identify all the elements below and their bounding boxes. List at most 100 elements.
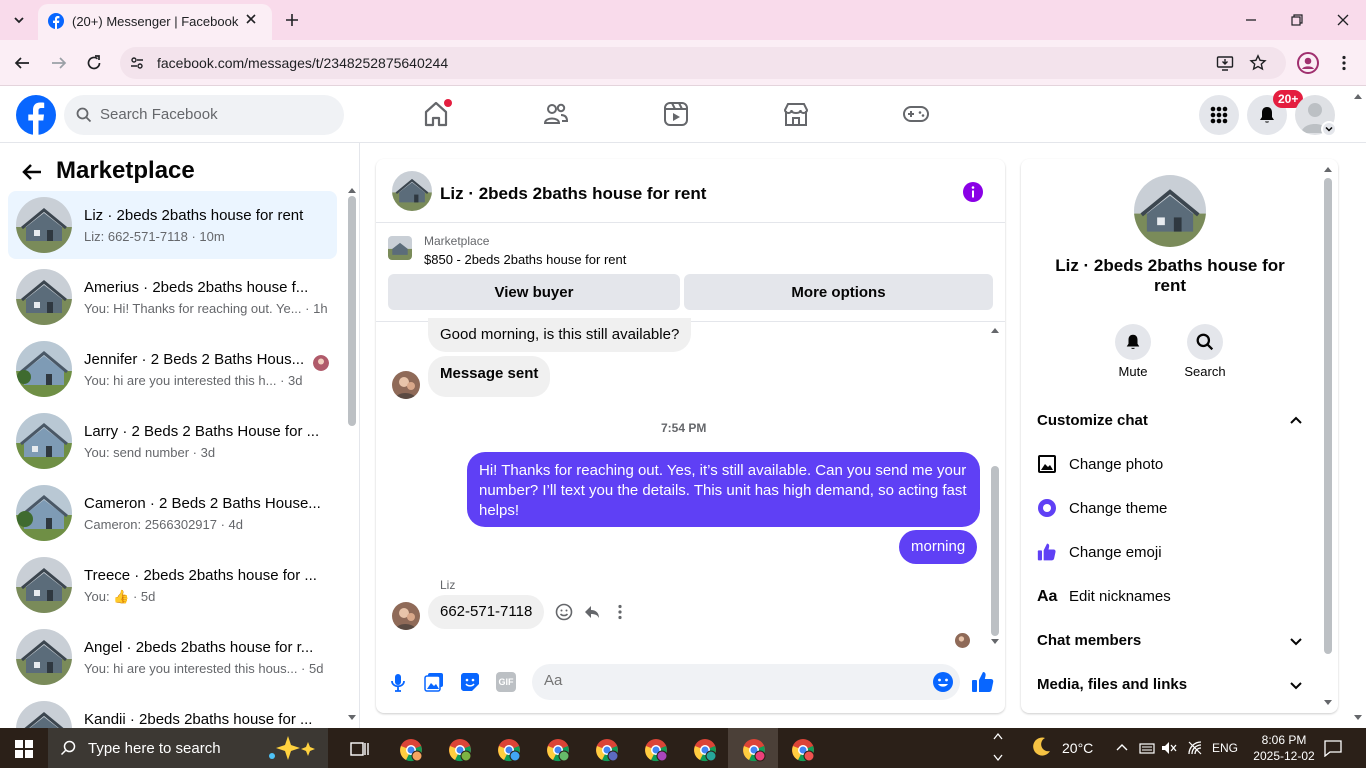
notification-center-icon[interactable] [1324, 739, 1342, 757]
weather-moon-icon[interactable] [1030, 736, 1052, 758]
chrome-window-icon[interactable] [595, 738, 619, 762]
url-text[interactable]: facebook.com/messages/t/2348252875640244 [157, 55, 448, 71]
restore-window-icon[interactable] [1289, 12, 1305, 28]
profile-avatar-icon[interactable] [1297, 52, 1319, 74]
search-conversation-icon[interactable] [1187, 324, 1223, 360]
weather-temp[interactable]: 20°C [1062, 740, 1093, 756]
home-icon[interactable] [422, 99, 452, 130]
microphone-icon[interactable] [388, 672, 408, 692]
message-bubble-incoming[interactable]: 662-571-7118 [428, 595, 545, 629]
scroll-down-arrow-icon[interactable] [347, 714, 357, 722]
message-bubble-incoming[interactable]: Message sent [428, 356, 551, 397]
friends-icon[interactable] [542, 100, 572, 130]
conversation-item[interactable]: Cameron · 2 Beds 2 Baths House... Camero… [8, 479, 337, 547]
attach-photo-icon[interactable] [424, 672, 444, 692]
scroll-down-arrow-icon[interactable] [1323, 699, 1333, 707]
more-actions-icon[interactable] [611, 603, 629, 621]
forward-arrow-icon[interactable] [50, 54, 68, 72]
listing-title[interactable]: $850 - 2beds 2baths house for rent [424, 252, 626, 267]
chrome-window-icon[interactable] [644, 738, 668, 762]
edit-nicknames-item[interactable]: Aa Edit nicknames [1037, 582, 1307, 614]
scroll-up-arrow-icon[interactable] [990, 326, 1000, 334]
network-icon[interactable] [1187, 740, 1203, 756]
chrome-window-icon[interactable] [497, 738, 521, 762]
sticker-icon[interactable] [460, 672, 480, 692]
minimize-window-icon[interactable] [1243, 12, 1259, 28]
change-theme-item[interactable]: Change theme [1037, 494, 1307, 526]
taskbar-search-box[interactable]: Type here to search [48, 728, 328, 768]
gaming-icon[interactable] [902, 100, 932, 130]
scroll-up-arrow-icon[interactable] [347, 186, 357, 194]
info-icon[interactable] [962, 181, 984, 203]
conversation-item[interactable]: Jennifer · 2 Beds 2 Baths Hous... You: h… [8, 335, 337, 403]
install-app-icon[interactable] [1216, 54, 1234, 72]
page-scroll-up-arrow-icon[interactable] [1353, 92, 1363, 100]
site-info-icon[interactable] [128, 54, 146, 72]
chevron-down-icon[interactable] [1288, 633, 1304, 649]
chrome-window-icon[interactable] [448, 738, 472, 762]
media-files-links-header[interactable]: Media, files and links [1037, 676, 1187, 693]
scroll-down-arrow-icon[interactable] [990, 638, 1000, 646]
back-arrow-icon[interactable] [20, 160, 44, 184]
close-tab-icon[interactable] [244, 12, 258, 26]
customize-chat-header[interactable]: Customize chat [1037, 412, 1148, 429]
conversation-list-scrollbar[interactable] [348, 196, 356, 426]
bookmark-star-icon[interactable] [1249, 54, 1267, 72]
message-input[interactable] [532, 664, 960, 700]
chrome-window-icon[interactable] [546, 738, 570, 762]
taskbar-scroll-up-icon[interactable] [993, 732, 1003, 740]
keyboard-icon[interactable] [1139, 740, 1155, 756]
windows-start-icon[interactable] [15, 740, 33, 758]
message-bubble-outgoing[interactable]: Hi! Thanks for reaching out. Yes, it’s s… [467, 452, 980, 527]
thumbs-up-send-icon[interactable] [971, 670, 995, 694]
input-language[interactable]: ENG [1212, 741, 1238, 755]
page-scroll-down-arrow-icon[interactable] [1353, 714, 1363, 722]
chrome-window-icon[interactable] [742, 738, 766, 762]
contact-avatar[interactable] [1134, 175, 1206, 247]
chrome-window-icon[interactable] [399, 738, 423, 762]
taskbar-scroll-down-icon[interactable] [993, 754, 1003, 762]
browser-tab[interactable]: (20+) Messenger | Facebook [38, 4, 272, 40]
react-emoji-icon[interactable] [555, 603, 573, 621]
chat-members-header[interactable]: Chat members [1037, 632, 1141, 649]
chat-avatar[interactable] [392, 171, 432, 211]
video-icon[interactable] [662, 100, 692, 130]
browser-menu-icon[interactable] [1335, 54, 1353, 72]
message-list-scrollbar[interactable] [991, 466, 999, 636]
reload-icon[interactable] [85, 54, 103, 72]
menu-grid-icon[interactable] [1199, 95, 1239, 135]
message-text-field[interactable] [544, 672, 924, 689]
message-bubble-outgoing[interactable]: morning [899, 530, 978, 564]
taskbar-clock[interactable]: 8:06 PM 2025-12-02 [1250, 732, 1318, 764]
close-window-icon[interactable] [1335, 12, 1351, 28]
facebook-search-input[interactable]: Search Facebook [64, 95, 344, 135]
more-options-button[interactable]: More options [684, 274, 993, 310]
account-chevron-down-icon[interactable] [1321, 121, 1337, 137]
change-photo-item[interactable]: Change photo [1037, 450, 1307, 482]
conversation-item[interactable]: Kandii · 2beds 2baths house for ... [8, 695, 337, 728]
chrome-window-icon[interactable] [693, 738, 717, 762]
gif-button[interactable]: GIF [496, 672, 516, 692]
conversation-item[interactable]: Amerius · 2beds 2baths house f... You: H… [8, 263, 337, 331]
task-view-icon[interactable] [350, 739, 370, 759]
reply-icon[interactable] [583, 603, 601, 621]
facebook-logo-icon[interactable] [16, 95, 56, 135]
hidden-icons-chevron-icon[interactable] [1115, 741, 1129, 755]
emoji-picker-icon[interactable] [932, 671, 954, 693]
chevron-down-icon[interactable] [1288, 677, 1304, 693]
chrome-window-icon[interactable] [791, 738, 815, 762]
chevron-up-icon[interactable] [1288, 413, 1304, 429]
details-scrollbar[interactable] [1324, 178, 1332, 654]
scroll-up-arrow-icon[interactable] [1323, 165, 1333, 173]
message-bubble-incoming[interactable]: Good morning, is this still available? [428, 318, 692, 352]
back-arrow-icon[interactable] [13, 54, 31, 72]
volume-muted-icon[interactable] [1161, 740, 1177, 756]
conversation-item[interactable]: Angel · 2beds 2baths house for r... You:… [8, 623, 337, 691]
change-emoji-item[interactable]: Change emoji [1037, 538, 1307, 570]
conversation-item[interactable]: Treece · 2beds 2baths house for ... You:… [8, 551, 337, 619]
tab-search-chevron-icon[interactable] [8, 9, 30, 31]
new-tab-icon[interactable] [282, 10, 302, 30]
conversation-item[interactable]: Larry · 2 Beds 2 Baths House for ... You… [8, 407, 337, 475]
chat-title[interactable]: Liz · 2beds 2baths house for rent [440, 184, 706, 204]
marketplace-icon[interactable] [782, 100, 812, 130]
